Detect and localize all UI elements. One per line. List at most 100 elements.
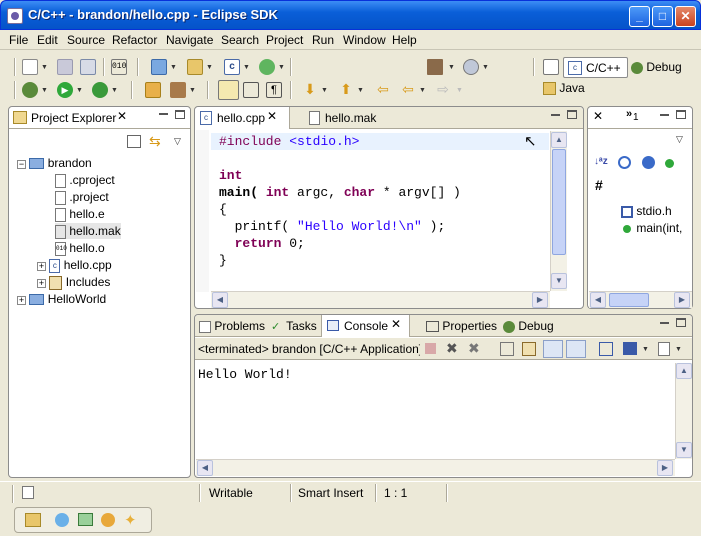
search-view-icon[interactable] — [55, 513, 69, 527]
scroll-down-icon[interactable]: ▼ — [551, 273, 567, 289]
print-icon[interactable] — [80, 59, 96, 75]
scroll-thumb[interactable] — [609, 293, 649, 307]
debug-dropdown-icon[interactable]: ▼ — [41, 87, 48, 94]
run-dropdown-icon[interactable]: ▼ — [76, 87, 83, 94]
menu-navigate[interactable]: Navigate — [161, 32, 218, 48]
show-on-error-icon[interactable] — [566, 340, 586, 358]
link-with-editor-icon[interactable]: ⇆ — [149, 133, 161, 150]
minimize-button[interactable]: _ — [629, 6, 650, 27]
sparkle-view-icon[interactable]: ✦ — [124, 511, 137, 529]
tab-debug[interactable]: Debug — [503, 319, 554, 333]
next-annotation-icon[interactable]: ⬇ — [302, 82, 318, 98]
tree-item-hello-mak[interactable]: hello.mak — [55, 223, 121, 239]
maximize-editor-icon[interactable] — [567, 110, 577, 119]
back-dropdown-icon[interactable]: ▼ — [419, 87, 426, 94]
hide-fields-icon[interactable] — [618, 156, 631, 169]
tab-hello-cpp[interactable]: c hello.cpp ✕ — [195, 107, 290, 129]
console-horizontal-scrollbar[interactable]: ◀ ▶ — [196, 459, 675, 476]
wrench-icon[interactable] — [170, 82, 186, 98]
editor-vertical-scrollbar[interactable]: ▲ ▼ — [550, 131, 567, 291]
new-class-icon[interactable]: c — [224, 59, 240, 75]
tab-tasks[interactable]: ✓ Tasks — [271, 319, 317, 333]
minimize-view-icon[interactable] — [159, 113, 168, 115]
tab-properties[interactable]: Properties — [426, 319, 497, 333]
folder-dropdown-icon[interactable]: ▼ — [206, 64, 213, 71]
perspective-cpp[interactable]: c C/C++ — [563, 57, 628, 78]
menu-edit[interactable]: Edit — [32, 32, 63, 48]
external-tools-dropdown-icon[interactable]: ▼ — [111, 87, 118, 94]
tree-item-hello-e[interactable]: hello.e — [55, 206, 105, 222]
wizard-dropdown-icon[interactable]: ▼ — [278, 64, 285, 71]
expand-toggle-icon[interactable]: + — [37, 279, 46, 288]
scroll-up-icon[interactable]: ▲ — [551, 132, 567, 148]
scroll-left-icon[interactable]: ◀ — [212, 292, 228, 308]
class-dropdown-icon[interactable]: ▼ — [243, 64, 250, 71]
wrench-dropdown-icon[interactable]: ▼ — [189, 87, 196, 94]
hidden-views-icon[interactable]: » — [626, 108, 632, 120]
tree-item-brandon[interactable]: − brandon — [17, 155, 92, 171]
remove-all-icon[interactable]: ✖ — [468, 340, 480, 357]
tree-item-hello-o[interactable]: 010 hello.o — [55, 240, 105, 256]
settings-gear-icon[interactable] — [463, 59, 479, 75]
outline-horizontal-scrollbar[interactable]: ◀ ▶ — [589, 291, 692, 308]
open-console-dropdown-icon[interactable]: ▼ — [675, 346, 682, 353]
scroll-right-icon[interactable]: ▶ — [657, 460, 673, 476]
scroll-left-icon[interactable]: ◀ — [590, 292, 606, 308]
scroll-right-icon[interactable]: ▶ — [532, 292, 548, 308]
expand-toggle-icon[interactable]: + — [37, 262, 46, 271]
close-console-icon[interactable]: ✕ — [391, 317, 401, 331]
back-icon[interactable]: ⇦ — [400, 82, 416, 98]
menu-project[interactable]: Project — [261, 32, 308, 48]
build-dropdown-icon[interactable]: ▼ — [448, 64, 455, 71]
external-tools-icon[interactable] — [92, 82, 108, 98]
image-view-icon[interactable] — [78, 513, 93, 526]
display-console-dropdown-icon[interactable]: ▼ — [642, 346, 649, 353]
show-whitespace-icon[interactable]: ¶ — [266, 82, 282, 98]
close-outline-icon[interactable]: ✕ — [593, 109, 603, 123]
minimize-outline-icon[interactable] — [660, 114, 669, 116]
tree-item-hello-cpp[interactable]: + c hello.cpp — [37, 257, 112, 273]
view-menu-icon[interactable]: ▽ — [174, 136, 181, 147]
console-output[interactable]: Hello World! — [198, 367, 292, 382]
console-vertical-scrollbar[interactable]: ▲ ▼ — [675, 363, 692, 459]
last-edit-icon[interactable]: ⇦ — [375, 82, 391, 98]
build-binary-icon[interactable]: 010 — [111, 59, 127, 75]
new-folder-icon[interactable] — [187, 59, 203, 75]
new-dropdown-icon[interactable]: ▼ — [41, 64, 48, 71]
hide-static-icon[interactable] — [642, 156, 655, 169]
terminate-icon[interactable] — [425, 343, 436, 354]
tab-console[interactable]: Console ✕ — [321, 315, 410, 337]
close-button[interactable]: ✕ — [675, 6, 696, 27]
remove-launch-icon[interactable]: ✖ — [446, 340, 458, 357]
project-explorer-tab[interactable]: Project Explorer — [31, 111, 116, 125]
save-icon[interactable] — [57, 59, 73, 75]
menu-window[interactable]: Window — [338, 32, 391, 48]
show-on-output-icon[interactable] — [543, 340, 563, 358]
menu-source[interactable]: Source — [62, 32, 110, 48]
code-area[interactable]: #include <stdio.h> int main( int argc, c… — [211, 131, 549, 291]
forward-icon[interactable]: ⇨ — [435, 82, 451, 98]
maximize-outline-icon[interactable] — [676, 110, 686, 119]
hide-macros-icon[interactable]: # — [595, 177, 603, 193]
minimize-editor-icon[interactable] — [551, 114, 560, 116]
close-tab-icon[interactable]: ✕ — [267, 109, 277, 123]
previous-annotation-dropdown-icon[interactable]: ▼ — [357, 87, 364, 94]
build-hammer-icon[interactable] — [427, 59, 443, 75]
collapse-toggle-icon[interactable]: − — [17, 160, 26, 169]
outline-view-menu-icon[interactable]: ▽ — [676, 134, 683, 145]
new-icon[interactable] — [22, 59, 38, 75]
menu-help[interactable]: Help — [387, 32, 422, 48]
sort-az-icon[interactable]: ↓ᵃz — [594, 156, 608, 167]
maximize-console-icon[interactable] — [676, 318, 686, 327]
scroll-up-icon[interactable]: ▲ — [676, 363, 692, 379]
next-annotation-dropdown-icon[interactable]: ▼ — [321, 87, 328, 94]
debug-bug-icon[interactable] — [22, 82, 38, 98]
run-icon[interactable]: ▶ — [57, 82, 73, 98]
mark-occurrences-icon[interactable] — [218, 80, 239, 100]
menu-refactor[interactable]: Refactor — [107, 32, 162, 48]
tab-problems[interactable]: Problems — [199, 319, 265, 333]
open-console-icon[interactable] — [658, 342, 670, 356]
menu-file[interactable]: File — [4, 32, 33, 48]
perspective-java[interactable]: Java — [543, 81, 585, 96]
outline-item-main[interactable]: main(int, — [621, 220, 691, 236]
